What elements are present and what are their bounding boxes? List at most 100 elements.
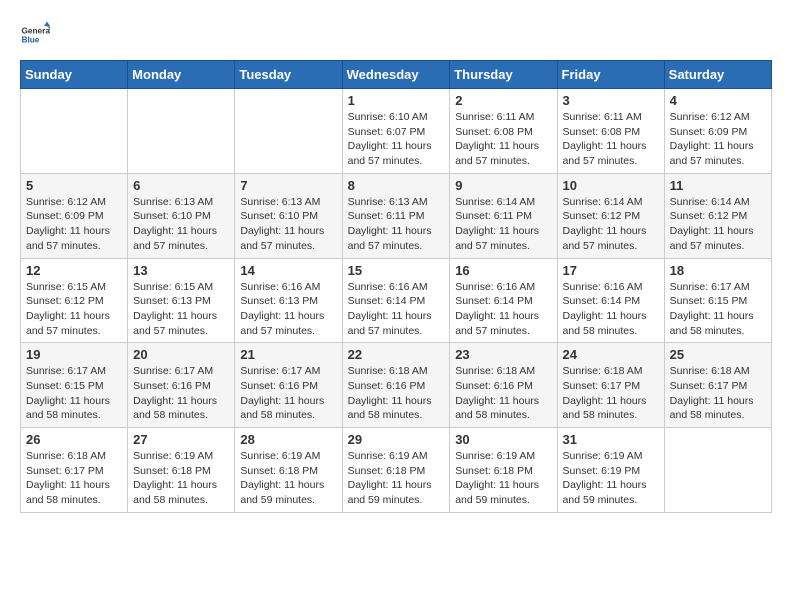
day-info: Sunrise: 6:19 AM Sunset: 6:18 PM Dayligh… xyxy=(133,449,229,508)
day-info: Sunrise: 6:17 AM Sunset: 6:15 PM Dayligh… xyxy=(26,364,122,423)
calendar-cell: 7Sunrise: 6:13 AM Sunset: 6:10 PM Daylig… xyxy=(235,173,342,258)
day-number: 1 xyxy=(348,93,445,108)
day-number: 10 xyxy=(563,178,659,193)
calendar-cell: 18 Sunrise: 6:17 AM Sunset: 6:15 PM Dayli… xyxy=(664,258,771,343)
day-number: 15 xyxy=(348,263,445,278)
day-info: Sunrise: 6:12 AM Sunset: 6:09 PM Dayligh… xyxy=(26,195,122,254)
day-number: 25 xyxy=(670,347,766,362)
calendar-week-4: 19 Sunrise: 6:17 AM Sunset: 6:15 PM Dayli… xyxy=(21,343,772,428)
weekday-header-sunday: Sunday xyxy=(21,61,128,89)
day-info: Sunrise: 6:13 AM Sunset: 6:10 PM Dayligh… xyxy=(240,195,336,254)
calendar-cell: 3 Sunrise: 6:11 AM Sunset: 6:08 PM Daylig… xyxy=(557,89,664,174)
calendar-cell: 12Sunrise: 6:15 AM Sunset: 6:12 PM Dayli… xyxy=(21,258,128,343)
calendar-cell xyxy=(235,89,342,174)
day-number: 21 xyxy=(240,347,336,362)
day-number: 18 xyxy=(670,263,766,278)
day-info: Sunrise: 6:17 AM Sunset: 6:16 PM Dayligh… xyxy=(240,364,336,423)
day-info: Sunrise: 6:19 AM Sunset: 6:18 PM Dayligh… xyxy=(240,449,336,508)
calendar-cell: 20 Sunrise: 6:17 AM Sunset: 6:16 PM Dayli… xyxy=(128,343,235,428)
day-info: Sunrise: 6:15 AM Sunset: 6:12 PM Dayligh… xyxy=(26,280,122,339)
day-number: 8 xyxy=(348,178,445,193)
calendar-cell: 22 Sunrise: 6:18 AM Sunset: 6:16 PM Dayli… xyxy=(342,343,450,428)
svg-text:Blue: Blue xyxy=(22,36,40,45)
day-info: Sunrise: 6:18 AM Sunset: 6:17 PM Dayligh… xyxy=(563,364,659,423)
day-number: 28 xyxy=(240,432,336,447)
day-number: 27 xyxy=(133,432,229,447)
day-number: 20 xyxy=(133,347,229,362)
day-info: Sunrise: 6:11 AM Sunset: 6:08 PM Dayligh… xyxy=(563,110,659,169)
calendar-cell: 24 Sunrise: 6:18 AM Sunset: 6:17 PM Dayli… xyxy=(557,343,664,428)
day-number: 30 xyxy=(455,432,551,447)
calendar-cell xyxy=(21,89,128,174)
calendar-table: SundayMondayTuesdayWednesdayThursdayFrid… xyxy=(20,60,772,513)
calendar-week-1: 1Sunrise: 6:10 AM Sunset: 6:07 PM Daylig… xyxy=(21,89,772,174)
calendar-cell: 9Sunrise: 6:14 AM Sunset: 6:11 PM Daylig… xyxy=(450,173,557,258)
day-info: Sunrise: 6:13 AM Sunset: 6:10 PM Dayligh… xyxy=(133,195,229,254)
logo-icon: General Blue xyxy=(20,20,50,50)
day-info: Sunrise: 6:13 AM Sunset: 6:11 PM Dayligh… xyxy=(348,195,445,254)
calendar-cell: 28 Sunrise: 6:19 AM Sunset: 6:18 PM Dayli… xyxy=(235,428,342,513)
day-info: Sunrise: 6:18 AM Sunset: 6:17 PM Dayligh… xyxy=(670,364,766,423)
calendar-cell: 1Sunrise: 6:10 AM Sunset: 6:07 PM Daylig… xyxy=(342,89,450,174)
day-info: Sunrise: 6:19 AM Sunset: 6:18 PM Dayligh… xyxy=(348,449,445,508)
calendar-cell: 26 Sunrise: 6:18 AM Sunset: 6:17 PM Dayli… xyxy=(21,428,128,513)
day-number: 3 xyxy=(563,93,659,108)
calendar-cell: 19 Sunrise: 6:17 AM Sunset: 6:15 PM Dayli… xyxy=(21,343,128,428)
weekday-header-saturday: Saturday xyxy=(664,61,771,89)
calendar-cell: 21 Sunrise: 6:17 AM Sunset: 6:16 PM Dayli… xyxy=(235,343,342,428)
weekday-header-tuesday: Tuesday xyxy=(235,61,342,89)
day-info: Sunrise: 6:18 AM Sunset: 6:17 PM Dayligh… xyxy=(26,449,122,508)
calendar-cell: 4 Sunrise: 6:12 AM Sunset: 6:09 PM Daylig… xyxy=(664,89,771,174)
calendar-cell: 27 Sunrise: 6:19 AM Sunset: 6:18 PM Dayli… xyxy=(128,428,235,513)
day-number: 2 xyxy=(455,93,551,108)
weekday-header-thursday: Thursday xyxy=(450,61,557,89)
day-number: 5 xyxy=(26,178,122,193)
calendar-cell: 16Sunrise: 6:16 AM Sunset: 6:14 PM Dayli… xyxy=(450,258,557,343)
day-number: 22 xyxy=(348,347,445,362)
calendar-cell: 2Sunrise: 6:11 AM Sunset: 6:08 PM Daylig… xyxy=(450,89,557,174)
day-number: 11 xyxy=(670,178,766,193)
day-info: Sunrise: 6:18 AM Sunset: 6:16 PM Dayligh… xyxy=(348,364,445,423)
day-number: 29 xyxy=(348,432,445,447)
day-number: 9 xyxy=(455,178,551,193)
calendar-cell: 30 Sunrise: 6:19 AM Sunset: 6:18 PM Dayli… xyxy=(450,428,557,513)
day-number: 26 xyxy=(26,432,122,447)
day-info: Sunrise: 6:19 AM Sunset: 6:19 PM Dayligh… xyxy=(563,449,659,508)
calendar-cell: 25 Sunrise: 6:18 AM Sunset: 6:17 PM Dayli… xyxy=(664,343,771,428)
calendar-header-row: SundayMondayTuesdayWednesdayThursdayFrid… xyxy=(21,61,772,89)
calendar-cell: 17 Sunrise: 6:16 AM Sunset: 6:14 PM Dayli… xyxy=(557,258,664,343)
calendar-cell xyxy=(128,89,235,174)
day-info: Sunrise: 6:12 AM Sunset: 6:09 PM Dayligh… xyxy=(670,110,766,169)
weekday-header-friday: Friday xyxy=(557,61,664,89)
day-info: Sunrise: 6:17 AM Sunset: 6:16 PM Dayligh… xyxy=(133,364,229,423)
calendar-cell: 23 Sunrise: 6:18 AM Sunset: 6:16 PM Dayli… xyxy=(450,343,557,428)
day-info: Sunrise: 6:15 AM Sunset: 6:13 PM Dayligh… xyxy=(133,280,229,339)
day-info: Sunrise: 6:17 AM Sunset: 6:15 PM Dayligh… xyxy=(670,280,766,339)
day-info: Sunrise: 6:14 AM Sunset: 6:12 PM Dayligh… xyxy=(670,195,766,254)
calendar-cell xyxy=(664,428,771,513)
calendar-cell: 10 Sunrise: 6:14 AM Sunset: 6:12 PM Dayli… xyxy=(557,173,664,258)
day-info: Sunrise: 6:14 AM Sunset: 6:12 PM Dayligh… xyxy=(563,195,659,254)
logo: General Blue xyxy=(20,20,60,50)
page-header: General Blue xyxy=(20,20,772,50)
calendar-week-5: 26 Sunrise: 6:18 AM Sunset: 6:17 PM Dayli… xyxy=(21,428,772,513)
day-info: Sunrise: 6:16 AM Sunset: 6:14 PM Dayligh… xyxy=(563,280,659,339)
day-number: 24 xyxy=(563,347,659,362)
day-info: Sunrise: 6:16 AM Sunset: 6:13 PM Dayligh… xyxy=(240,280,336,339)
day-info: Sunrise: 6:19 AM Sunset: 6:18 PM Dayligh… xyxy=(455,449,551,508)
calendar-cell: 31Sunrise: 6:19 AM Sunset: 6:19 PM Dayli… xyxy=(557,428,664,513)
day-number: 14 xyxy=(240,263,336,278)
day-info: Sunrise: 6:16 AM Sunset: 6:14 PM Dayligh… xyxy=(455,280,551,339)
calendar-cell: 29 Sunrise: 6:19 AM Sunset: 6:18 PM Dayli… xyxy=(342,428,450,513)
calendar-cell: 13Sunrise: 6:15 AM Sunset: 6:13 PM Dayli… xyxy=(128,258,235,343)
day-number: 23 xyxy=(455,347,551,362)
day-number: 19 xyxy=(26,347,122,362)
day-number: 17 xyxy=(563,263,659,278)
day-number: 4 xyxy=(670,93,766,108)
calendar-week-2: 5 Sunrise: 6:12 AM Sunset: 6:09 PM Daylig… xyxy=(21,173,772,258)
weekday-header-monday: Monday xyxy=(128,61,235,89)
calendar-cell: 5 Sunrise: 6:12 AM Sunset: 6:09 PM Daylig… xyxy=(21,173,128,258)
svg-text:General: General xyxy=(22,27,51,36)
day-info: Sunrise: 6:18 AM Sunset: 6:16 PM Dayligh… xyxy=(455,364,551,423)
calendar-cell: 11 Sunrise: 6:14 AM Sunset: 6:12 PM Dayli… xyxy=(664,173,771,258)
